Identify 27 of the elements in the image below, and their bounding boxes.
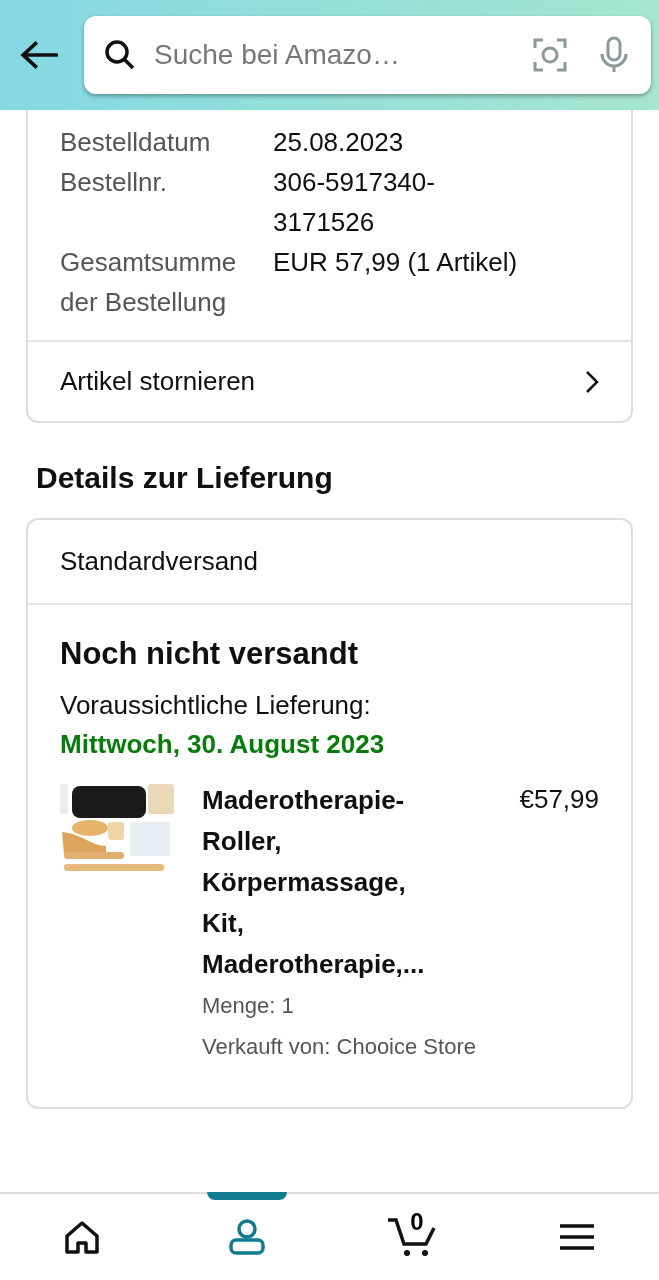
field-label: Gesamtsumme der Bestellung [60,246,238,319]
delivery-estimate-label: Voraussichtliche Lieferung: [60,688,372,722]
cart-tab[interactable]: 0 [329,1194,495,1280]
seller-text: Verkauft von: Chooice Store [202,1032,477,1061]
field-value: 25.08.2023 [273,126,404,159]
menu-icon [559,1223,594,1251]
product-title[interactable]: Maderotherapie-Roller, Körpermassage, Kit, Maderotherapie,... [202,779,442,985]
field-value: 306-5917340-3171526 [273,166,436,239]
camera-icon[interactable] [533,38,567,72]
search-icon [104,39,136,71]
shipment-status: Noch nicht versandt [60,635,359,673]
field-label: Bestelldatum [60,126,212,159]
back-arrow-icon[interactable] [20,39,60,71]
cancel-items-link[interactable]: Artikel stornieren [28,340,631,421]
field-value: EUR 57,99 (1 Artikel) [273,246,518,279]
search-bar[interactable]: Suche bei Amazo… [84,16,651,94]
shipping-method: Standardversand [28,520,631,605]
section-heading: Details zur Lieferung [36,460,334,496]
field-label: Bestellnr. [60,166,168,199]
home-icon [64,1220,101,1254]
cart-count: 0 [410,1207,424,1237]
delivery-date: Mittwoch, 30. August 2023 [60,727,386,761]
chevron-right-icon [585,369,599,394]
quantity-text: Menge: 1 [202,991,295,1020]
account-icon [228,1218,267,1256]
microphone-icon[interactable] [599,36,629,74]
product-price: €57,99 [519,782,599,816]
